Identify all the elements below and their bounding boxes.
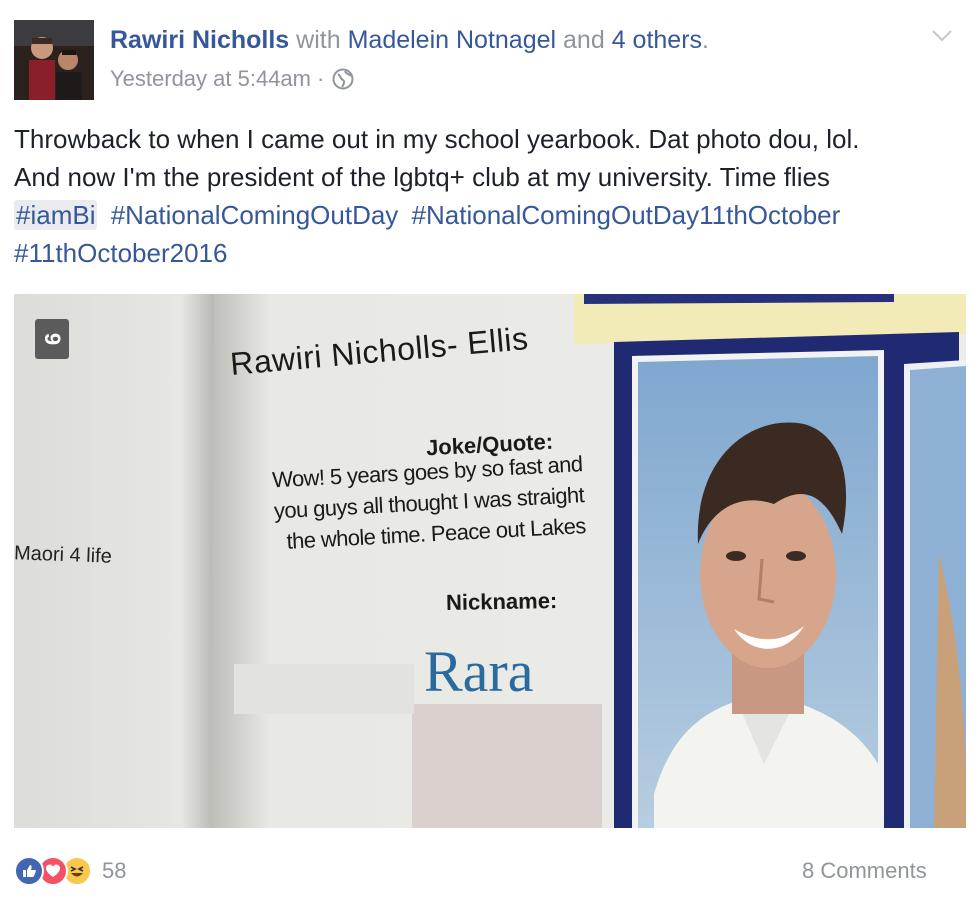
post-text: Throwback to when I came out in my schoo… <box>14 120 954 272</box>
nickname-label: Nickname: <box>445 588 558 615</box>
post-header: Rawiri Nicholls with Madelein Notnagel a… <box>110 24 709 56</box>
nickname-value: Rara <box>424 639 534 704</box>
globe-icon[interactable] <box>332 68 354 90</box>
post-text-line: And now I'm the president of the lgbtq+ … <box>14 162 830 192</box>
post-text-line: Throwback to when I came out in my schoo… <box>14 124 860 154</box>
feed-post: Rawiri Nicholls with Madelein Notnagel a… <box>0 0 976 900</box>
and-label: and <box>563 26 605 54</box>
comments-count-link[interactable]: 8 Comments <box>802 858 927 884</box>
post-timestamp[interactable]: Yesterday at 5:44am <box>110 64 311 94</box>
chevron-down-icon[interactable] <box>930 26 954 46</box>
hashtag-link[interactable]: #iamBi <box>14 200 98 230</box>
author-name[interactable]: Rawiri Nicholls <box>110 26 289 54</box>
hashtag-list: #11thOctober2016 <box>14 234 954 272</box>
reaction-summary[interactable]: 58 <box>14 856 126 886</box>
like-icon <box>14 856 44 886</box>
post-meta: Yesterday at 5:44am · <box>110 64 354 94</box>
hashtag-link[interactable]: #NationalComingOutDay11thOctober <box>412 200 841 230</box>
page-number-badge: 9 <box>35 319 69 359</box>
header-period: . <box>702 26 709 54</box>
hashtag-list: #iamBi #NationalComingOutDay #NationalCo… <box>14 196 954 234</box>
tagged-others[interactable]: 4 others <box>612 26 702 54</box>
hashtag-link[interactable]: #NationalComingOutDay <box>111 200 399 230</box>
meta-separator: · <box>317 66 325 91</box>
tagged-person[interactable]: Madelein Notnagel <box>348 26 556 54</box>
left-page-text: Maori 4 life <box>14 542 113 568</box>
reaction-count: 58 <box>102 858 127 883</box>
profile-avatar[interactable] <box>14 20 94 100</box>
with-label: with <box>296 26 341 54</box>
yearbook-photo <box>14 294 966 828</box>
post-photo[interactable]: 9 Rawiri Nicholls- Ellis Joke/Quote: Wow… <box>14 294 966 828</box>
hashtag-link[interactable]: #11thOctober2016 <box>14 238 227 268</box>
yearbook-quote: Wow! 5 years goes by so fast and you guy… <box>271 451 587 554</box>
avatar-photo <box>14 20 94 100</box>
